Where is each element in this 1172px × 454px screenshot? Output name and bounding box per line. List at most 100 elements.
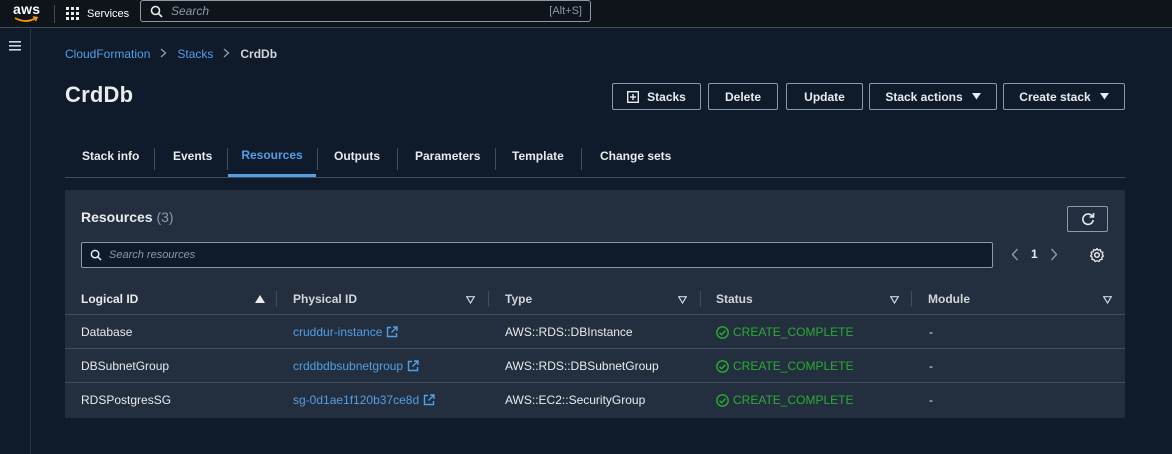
create-stack-button[interactable]: Create stack (1003, 83, 1125, 110)
caret-down-icon (1099, 93, 1109, 100)
tab-divider (397, 148, 398, 170)
sort-icon[interactable] (1103, 296, 1112, 304)
delete-button[interactable]: Delete (708, 83, 778, 110)
resources-table: Logical ID Physical ID Type Status Modul… (65, 283, 1125, 417)
status-text: CREATE_COMPLETE (733, 325, 854, 339)
logical-id-cell: Database (81, 325, 133, 339)
table-row: RDSPostgresSG sg-0d1ae1f120b37ce8d AWS::… (65, 383, 1125, 417)
update-button-label: Update (804, 89, 845, 104)
stack-tabs: Stack info Events Resources Outputs Para… (65, 135, 1125, 178)
caret-down-icon (971, 93, 981, 100)
breadcrumb: CloudFormation Stacks CrdDb (65, 47, 277, 61)
aws-logo[interactable]: aws (0, 0, 52, 28)
tab-divider (154, 148, 155, 170)
column-resizer[interactable] (488, 291, 489, 307)
services-menu-button[interactable]: Services (66, 6, 130, 21)
main-content: CloudFormation Stacks CrdDb CrdDb Stacks… (31, 29, 1172, 454)
success-check-icon (716, 393, 729, 407)
pagination: 1 (1011, 247, 1058, 261)
global-search-input[interactable]: Search [Alt+S] (140, 0, 591, 22)
column-resizer[interactable] (700, 291, 701, 307)
module-cell: - (929, 393, 933, 407)
success-check-icon (716, 325, 729, 339)
stacks-button-label: Stacks (647, 89, 686, 104)
resources-search-input[interactable]: Search resources (81, 242, 993, 268)
physical-id-text: crddbdbsubnetgroup (293, 359, 404, 373)
create-stack-label: Create stack (1019, 89, 1091, 104)
resources-heading: Resources (3) (81, 209, 174, 225)
success-check-icon (716, 359, 729, 373)
column-module[interactable]: Module (928, 283, 970, 315)
resources-count: (3) (156, 209, 174, 225)
search-icon (90, 249, 102, 261)
menu-icon[interactable] (9, 41, 21, 51)
chevron-right-icon[interactable] (1050, 248, 1058, 261)
logical-id-cell: DBSubnetGroup (81, 359, 170, 373)
refresh-button[interactable] (1067, 206, 1108, 232)
physical-id-text: sg-0d1ae1f120b37ce8d (293, 393, 420, 407)
gear-icon[interactable] (1089, 247, 1105, 263)
search-shortcut-hint: [Alt+S] (549, 5, 582, 17)
tab-stack-info[interactable]: Stack info (82, 135, 139, 177)
tab-resources[interactable]: Resources (228, 135, 316, 177)
column-logical-id[interactable]: Logical ID (81, 283, 138, 315)
logical-id-cell: RDSPostgresSG (81, 393, 172, 407)
sort-icon[interactable] (466, 296, 475, 304)
status-cell: CREATE_COMPLETE (716, 315, 853, 349)
resources-search-placeholder: Search resources (109, 249, 196, 261)
services-label: Services (87, 7, 130, 20)
table-header: Logical ID Physical ID Type Status Modul… (65, 283, 1125, 315)
chevron-right-icon (223, 47, 230, 61)
column-physical-id[interactable]: Physical ID (293, 283, 357, 315)
chevron-left-icon[interactable] (1011, 248, 1019, 261)
physical-id-link[interactable]: sg-0d1ae1f120b37ce8d (293, 383, 435, 417)
resources-panel: Resources (3) Search resources 1 Logical… (65, 190, 1125, 418)
status-cell: CREATE_COMPLETE (716, 349, 853, 383)
sort-icon[interactable] (678, 296, 687, 304)
table-row: DBSubnetGroup crddbdbsubnetgroup AWS::RD… (65, 349, 1125, 383)
tab-divider (317, 148, 318, 170)
type-cell: AWS::RDS::DBSubnetGroup (505, 359, 659, 373)
resources-title: Resources (81, 209, 153, 225)
top-navigation-bar: aws Services Search [Alt+S] (0, 0, 1172, 28)
sort-icon[interactable] (890, 296, 899, 304)
tab-outputs[interactable]: Outputs (334, 135, 380, 177)
tab-divider (581, 148, 582, 170)
external-link-icon (387, 326, 399, 338)
tab-events[interactable]: Events (173, 135, 212, 177)
aws-logo-text: aws (13, 0, 41, 17)
physical-id-link[interactable]: cruddur-instance (293, 315, 399, 349)
module-cell: - (929, 359, 933, 373)
external-link-icon (407, 360, 419, 372)
column-resizer[interactable] (276, 291, 277, 307)
column-type[interactable]: Type (505, 283, 532, 315)
page-title: CrdDb (65, 82, 134, 107)
table-row: Database cruddur-instance AWS::RDS::DBIn… (65, 315, 1125, 349)
module-cell: - (929, 325, 933, 339)
stack-actions-button[interactable]: Stack actions (869, 83, 997, 110)
chevron-right-icon (160, 47, 167, 61)
physical-id-text: cruddur-instance (293, 325, 383, 339)
breadcrumb-stacks[interactable]: Stacks (177, 47, 213, 61)
tab-template[interactable]: Template (512, 135, 564, 177)
breadcrumb-cloudformation[interactable]: CloudFormation (65, 47, 150, 61)
tab-change-sets[interactable]: Change sets (600, 135, 671, 177)
global-search-placeholder: Search (171, 4, 210, 18)
tab-divider (495, 148, 496, 170)
status-text: CREATE_COMPLETE (733, 393, 854, 407)
grid-icon (66, 6, 79, 20)
column-resizer[interactable] (911, 291, 912, 307)
type-cell: AWS::EC2::SecurityGroup (505, 393, 646, 407)
breadcrumb-current: CrdDb (240, 47, 278, 61)
stacks-button[interactable]: Stacks (612, 83, 701, 110)
topbar-divider (54, 4, 55, 23)
column-status[interactable]: Status (716, 283, 753, 315)
page-number[interactable]: 1 (1031, 247, 1038, 261)
tab-parameters[interactable]: Parameters (415, 135, 480, 177)
status-cell: CREATE_COMPLETE (716, 383, 853, 417)
external-link-icon (423, 394, 435, 406)
type-cell: AWS::RDS::DBInstance (505, 325, 633, 339)
sort-ascending-icon[interactable] (255, 295, 265, 304)
physical-id-link[interactable]: crddbdbsubnetgroup (293, 349, 419, 383)
update-button[interactable]: Update (786, 83, 863, 110)
